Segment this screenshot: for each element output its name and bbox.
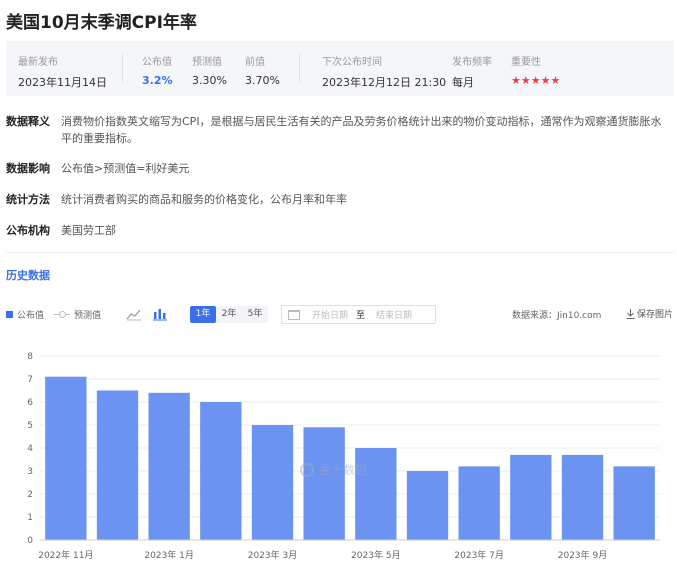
y-tick-label: 7 (27, 375, 33, 385)
forecast: 预测值 3.30% (192, 53, 227, 87)
chart-toolbar: 公布值 预测值 1年 2年 5年 开始日期 至 结束日期 数据来源：Jin10.… (6, 305, 674, 325)
save-image-label: 保存图片 (637, 310, 674, 320)
watermark-logo-icon (300, 462, 314, 477)
line-chart-icon[interactable] (126, 307, 142, 321)
detail-label: 统计方法 (6, 193, 50, 206)
chart-bar (510, 454, 552, 540)
range-tabs: 1年 2年 5年 (190, 306, 268, 323)
actual-value: 3.2% (142, 74, 173, 87)
line-marker-icon (54, 311, 70, 318)
forecast-value: 3.30% (192, 74, 227, 87)
y-tick-label: 6 (27, 398, 33, 408)
divider (299, 54, 300, 82)
download-icon (626, 308, 635, 319)
x-tick-label: 2023年 3月 (248, 549, 298, 561)
next-release-value: 2023年12月12日 21:30 (322, 76, 447, 89)
legend-actual[interactable]: 公布值 (6, 308, 44, 321)
divider (122, 54, 123, 82)
detail-text: 统计消费者购买的商品和服务的价格变化，公布月率和年率 (61, 193, 347, 206)
star-rating-icon: ★★★★★ (511, 74, 561, 87)
detail-agency: 公布机构 美国劳工部 (6, 222, 671, 239)
chart-bar (613, 466, 655, 540)
detail-text: 消费物价指数英文缩写为CPI，是根据与居民生活有关的产品及劳务价格统计出来的物价… (61, 115, 662, 145)
history-title: 历史数据 (6, 269, 50, 282)
next-release: 下次公布时间 2023年12月12日 21:30 (322, 53, 446, 90)
chart-bar (251, 425, 294, 540)
legend-forecast[interactable]: 预测值 (54, 308, 101, 321)
y-tick-label: 4 (27, 444, 33, 454)
y-tick-label: 0 (27, 536, 33, 546)
chart-bar (303, 427, 345, 540)
detail-text: 美国劳工部 (61, 224, 116, 237)
y-tick-label: 1 (27, 513, 33, 523)
detail-label: 公布机构 (6, 224, 50, 237)
legend-actual-label: 公布值 (17, 311, 45, 321)
square-icon (6, 311, 13, 318)
previous-value: 3.70% (245, 74, 280, 87)
detail-text: 公布值>预测值=利好美元 (61, 162, 190, 175)
previous-label: 前值 (245, 57, 265, 68)
next-release-label: 下次公布时间 (322, 57, 382, 68)
detail-label: 数据影响 (6, 162, 50, 175)
x-tick-label: 2022年 11月 (38, 549, 93, 561)
chart-bar (458, 466, 500, 540)
x-tick-label: 2023年 5月 (351, 549, 401, 561)
end-date-input[interactable]: 结束日期 (376, 308, 412, 321)
y-tick-label: 8 (27, 352, 33, 362)
data-source: 数据来源：Jin10.com (512, 311, 602, 321)
chart-bar (561, 454, 604, 540)
frequency: 发布频率 每月 (452, 53, 492, 90)
legend-forecast-label: 预测值 (74, 311, 102, 321)
latest-release-value: 2023年11月14日 (18, 76, 107, 89)
watermark-text: 金十数据 (319, 463, 368, 477)
detail-label: 数据释义 (6, 115, 50, 128)
chart-bar (96, 390, 139, 540)
detail-impact: 数据影响 公布值>预测值=利好美元 (6, 160, 671, 177)
chart-bar (200, 402, 242, 540)
date-separator: 至 (356, 311, 366, 321)
x-tick-label: 2023年 1月 (144, 549, 194, 561)
save-image-button[interactable]: 保存图片 (626, 307, 673, 320)
y-tick-label: 2 (27, 490, 33, 500)
x-tick-label: 2023年 7月 (454, 549, 504, 561)
forecast-label: 预测值 (192, 57, 222, 68)
divider (6, 252, 674, 253)
importance: 重要性 ★★★★★ (511, 53, 560, 87)
actual-label: 公布值 (142, 57, 172, 68)
x-tick-label: 2023年 9月 (558, 549, 608, 561)
y-tick-label: 5 (27, 421, 33, 431)
y-tick-label: 3 (27, 467, 33, 477)
range-tab-2y[interactable]: 2年 (216, 306, 242, 323)
watermark: 金十数据 (300, 461, 367, 478)
detail-method: 统计方法 统计消费者购买的商品和服务的价格变化，公布月率和年率 (6, 191, 671, 208)
chart-bar (45, 376, 87, 540)
importance-label: 重要性 (511, 57, 541, 68)
frequency-value: 每月 (452, 76, 474, 89)
frequency-label: 发布频率 (452, 57, 492, 68)
date-range-picker[interactable]: 开始日期 至 结束日期 (281, 305, 436, 324)
actual: 公布值 3.2% (142, 53, 173, 87)
chart-bar (148, 392, 190, 540)
detail-definition: 数据释义 消费物价指数英文缩写为CPI，是根据与居民生活有关的产品及劳务价格统计… (6, 113, 671, 147)
previous: 前值 3.70% (245, 53, 280, 87)
start-date-input[interactable]: 开始日期 (312, 308, 350, 321)
chart-bar (406, 471, 449, 540)
latest-release-label: 最新发布 (18, 57, 58, 68)
summary-panel: 最新发布 2023年11月14日 公布值 3.2% 预测值 3.30% 前值 3… (6, 41, 674, 96)
cpi-bar-chart: 0 1 2 3 4 5 6 7 8 2022年 11月 2023年 1月 2023年 3月 2023年 … (27, 352, 660, 561)
page-title: 美国10月末季调CPI年率 (6, 13, 197, 33)
latest-release: 最新发布 2023年11月14日 (18, 53, 107, 90)
calendar-icon (288, 309, 300, 320)
range-tab-5y[interactable]: 5年 (242, 306, 268, 323)
bar-chart-icon[interactable] (152, 307, 168, 321)
range-tab-1y[interactable]: 1年 (190, 306, 216, 323)
